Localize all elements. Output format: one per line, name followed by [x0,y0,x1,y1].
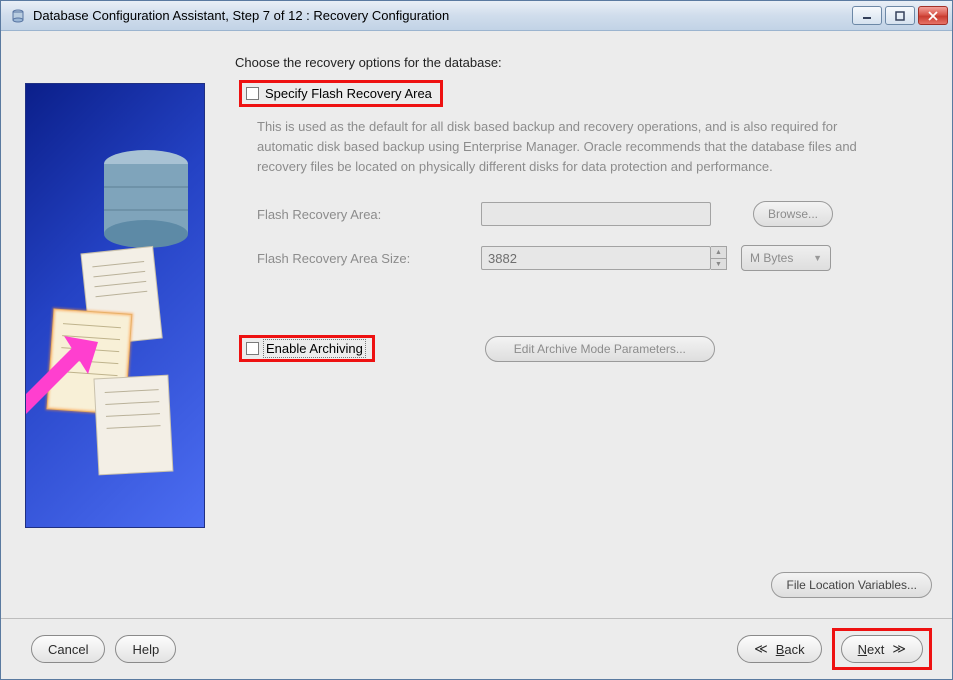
fra-path-label: Flash Recovery Area: [257,207,467,222]
fra-path-row: Flash Recovery Area: Browse... [257,201,932,227]
chevron-right-icon: ≫ [892,641,906,657]
fra-size-label: Flash Recovery Area Size: [257,251,467,266]
minimize-button[interactable] [852,6,882,25]
titlebar: Database Configuration Assistant, Step 7… [1,1,952,31]
help-button[interactable]: Help [115,635,176,663]
edit-archive-params-button[interactable]: Edit Archive Mode Parameters... [485,336,715,362]
fra-size-input[interactable] [481,246,711,270]
next-label-suffix: ext [867,642,884,657]
file-location-variables-button[interactable]: File Location Variables... [771,572,932,598]
enable-archiving-label: Enable Archiving [265,341,364,356]
wizard-sidebar-graphic [25,83,205,598]
back-button[interactable]: ≪ Back [737,635,822,663]
window-root: Database Configuration Assistant, Step 7… [0,0,953,680]
chevron-left-icon: ≪ [754,641,768,657]
fra-size-row: Flash Recovery Area Size: ▲ ▼ M Bytes ▼ [257,245,932,271]
specify-flash-label: Specify Flash Recovery Area [265,86,432,101]
fra-size-unit-label: M Bytes [750,251,793,265]
fra-size-spinner[interactable]: ▲ ▼ [711,246,727,270]
specify-flash-checkbox[interactable] [246,87,259,100]
spinner-down-icon[interactable]: ▼ [711,259,726,270]
window-title: Database Configuration Assistant, Step 7… [33,8,852,23]
flash-description: This is used as the default for all disk… [257,117,897,177]
main-panel: Choose the recovery options for the data… [235,55,932,598]
fra-path-input[interactable] [481,202,711,226]
page-heading: Choose the recovery options for the data… [235,55,932,70]
fra-size-unit-select[interactable]: M Bytes ▼ [741,245,831,271]
browse-button[interactable]: Browse... [753,201,833,227]
highlight-enable-archiving: Enable Archiving [239,335,375,362]
content-area: Choose the recovery options for the data… [1,31,952,608]
maximize-button[interactable] [885,6,915,25]
cancel-button[interactable]: Cancel [31,635,105,663]
spinner-up-icon[interactable]: ▲ [711,247,726,259]
next-button[interactable]: Next ≫ [841,635,923,663]
window-controls [852,6,948,25]
highlight-next: Next ≫ [832,628,932,670]
back-label-suffix: ack [784,642,804,657]
highlight-specify-flash: Specify Flash Recovery Area [239,80,443,107]
enable-archiving-checkbox[interactable] [246,342,259,355]
chevron-down-icon: ▼ [813,253,822,263]
app-icon [9,7,27,25]
close-button[interactable] [918,6,948,25]
wizard-footer: Cancel Help ≪ Back Next ≫ [1,619,952,679]
